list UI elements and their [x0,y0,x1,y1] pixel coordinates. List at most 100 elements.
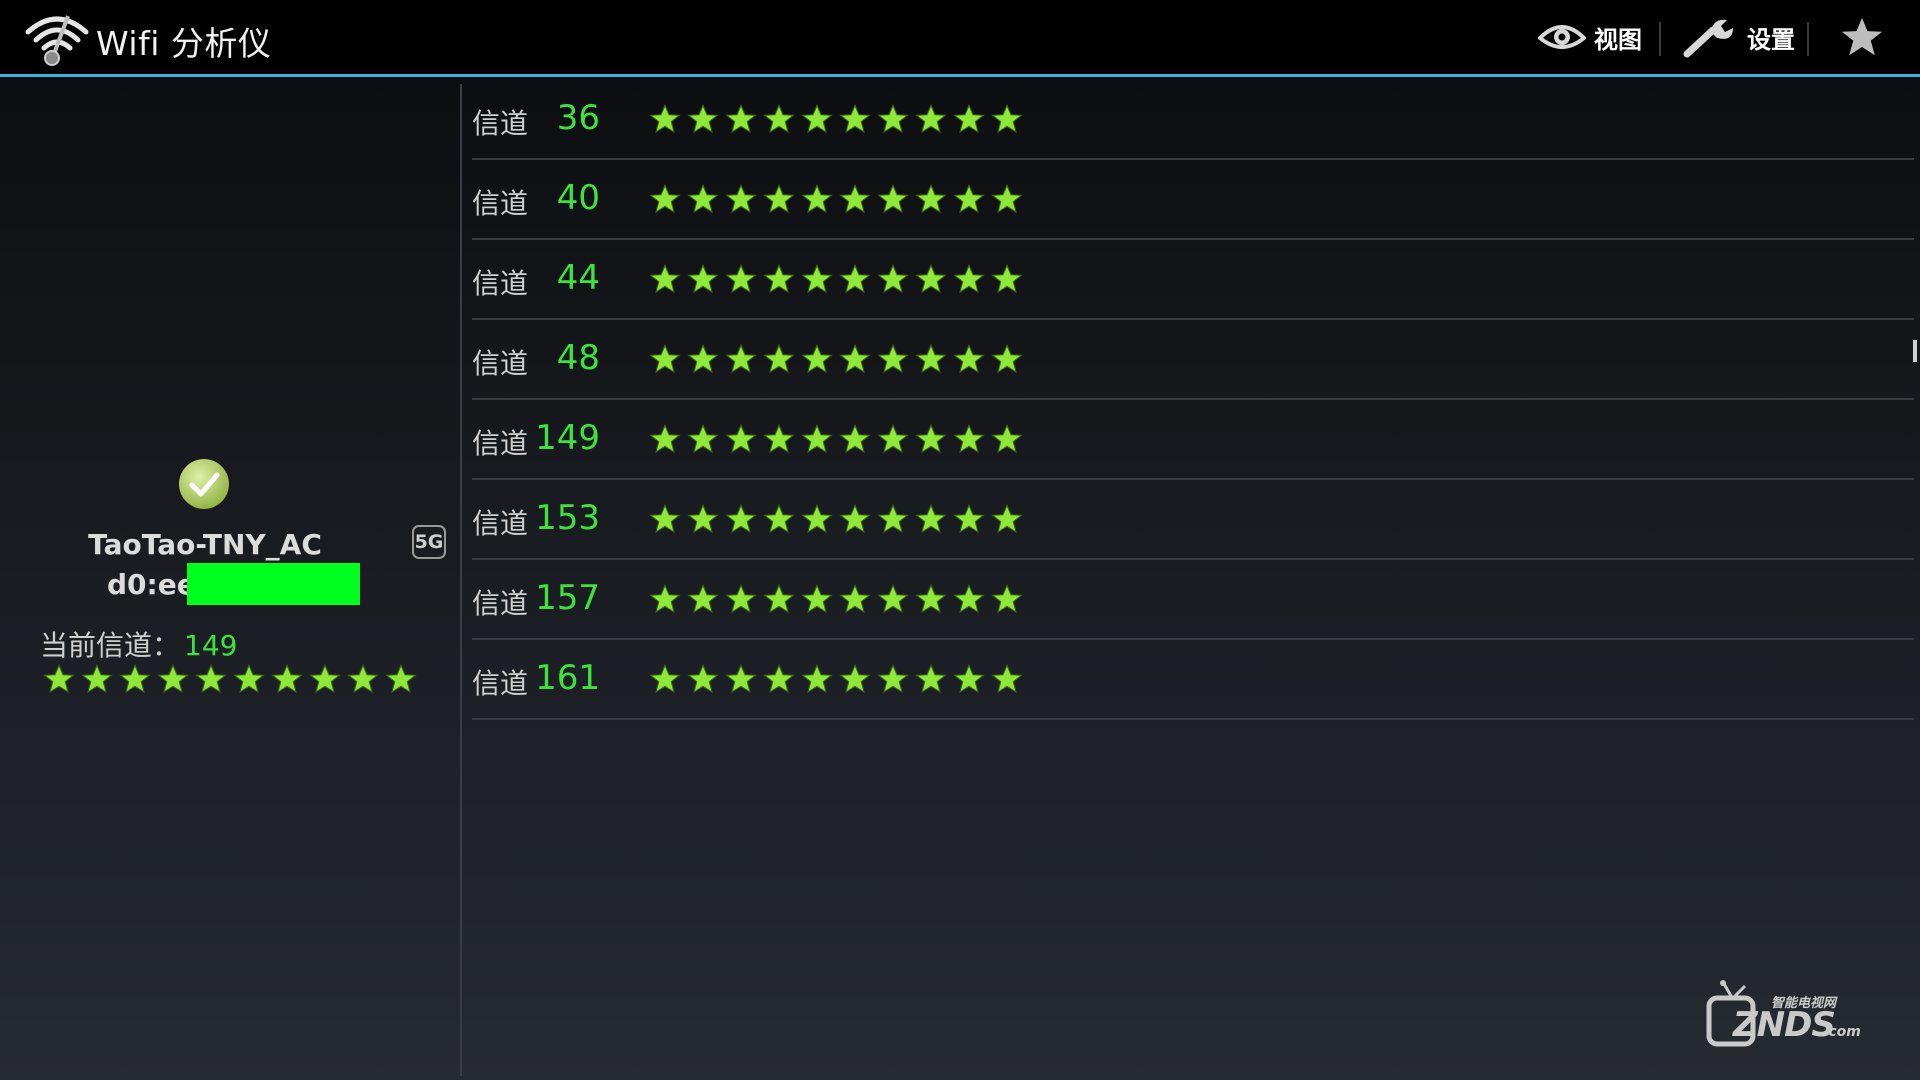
channel-label: 信道 [472,587,529,620]
channel-number: 161 [535,658,600,698]
star-icon [953,424,985,454]
star-icon [763,424,795,454]
channel-rating [648,664,1024,694]
channel-rating-list[interactable]: 信道 36 信道 40 信道 44 信道 48 信道 149 信道 153 信道 157 信道 161 [472,80,1914,720]
star-icon [915,104,947,134]
star-icon [725,184,757,214]
star-icon [347,664,379,694]
star-icon [649,104,681,134]
star-icon [877,344,909,374]
star-icon [953,104,985,134]
channel-row[interactable]: 信道 149 [472,400,1914,480]
star-icon [649,504,681,534]
star-icon [915,184,947,214]
watermark-brand: ZNDS [1733,1005,1836,1045]
star-icon [915,664,947,694]
star-icon [763,264,795,294]
star-icon [687,344,719,374]
channel-number: 40 [556,178,600,218]
star-icon [687,584,719,614]
star-icon [877,264,909,294]
settings-button[interactable]: 设置 [1683,0,1795,74]
channel-label: 信道 [472,187,529,220]
channel-rating [648,264,1024,294]
scroll-indicator[interactable] [1913,340,1917,362]
band-5g-badge: 5G [412,525,446,559]
current-channel-rating [42,664,418,694]
channel-row[interactable]: 信道 48 [472,320,1914,400]
star-icon [991,664,1023,694]
star-icon [877,184,909,214]
channel-label: 信道 [472,507,529,540]
pane-divider [460,84,462,1076]
star-icon [953,664,985,694]
channel-number: 149 [535,418,600,458]
star-icon [763,104,795,134]
watermark-domain: .com [1823,1024,1861,1040]
current-channel-number: 149 [184,629,238,662]
channel-label: 信道 [472,427,529,460]
channel-row[interactable]: 信道 36 [472,80,1914,160]
star-icon [839,664,871,694]
star-icon [915,424,947,454]
star-icon [839,104,871,134]
view-button-label: 视图 [1594,25,1642,54]
star-icon [195,664,227,694]
channel-row[interactable]: 信道 161 [472,640,1914,720]
star-icon [915,264,947,294]
channel-label: 信道 [472,347,529,380]
star-icon [687,664,719,694]
star-icon [157,664,189,694]
wrench-icon [1683,19,1733,58]
channel-number: 153 [535,498,600,538]
actionbar-separator [1807,22,1809,56]
star-icon [801,664,833,694]
znds-watermark: 智能电视网 ZNDS .com [1705,980,1873,1050]
star-icon [763,584,795,614]
star-icon [915,504,947,534]
star-icon [687,104,719,134]
star-icon [763,344,795,374]
channel-rating [648,344,1024,374]
channel-label: 信道 [472,107,529,140]
channel-rating [648,104,1024,134]
actionbar-separator [1659,22,1661,56]
channel-rating [648,184,1024,214]
view-button[interactable]: 视图 [1538,0,1642,74]
channel-row[interactable]: 信道 44 [472,240,1914,320]
channel-row[interactable]: 信道 40 [472,160,1914,240]
star-icon [991,104,1023,134]
star-icon [953,504,985,534]
channel-number: 157 [535,578,600,618]
star-icon [649,664,681,694]
star-icon [725,344,757,374]
star-icon [1841,17,1883,56]
check-circle-icon [179,459,229,509]
channel-row[interactable]: 信道 153 [472,480,1914,560]
star-icon [687,184,719,214]
star-icon [43,664,75,694]
star-icon [839,264,871,294]
star-icon [649,264,681,294]
star-icon [839,504,871,534]
channel-number: 36 [556,98,600,138]
star-icon [763,184,795,214]
star-icon [801,264,833,294]
star-icon [649,424,681,454]
star-icon [725,504,757,534]
favorite-button[interactable] [1840,0,1884,74]
star-icon [687,264,719,294]
channel-rating [648,584,1024,614]
star-icon [725,664,757,694]
ap-ssid: TaoTao-TNY_AC [88,528,322,561]
star-icon [991,584,1023,614]
app-title: Wifi 分析仪 [96,24,272,63]
star-icon [953,264,985,294]
channel-rating [648,424,1024,454]
star-icon [687,424,719,454]
channel-row[interactable]: 信道 157 [472,560,1914,640]
star-icon [877,504,909,534]
wifi-analyzer-icon[interactable] [24,10,90,68]
star-icon [953,184,985,214]
eye-icon [1538,25,1586,49]
